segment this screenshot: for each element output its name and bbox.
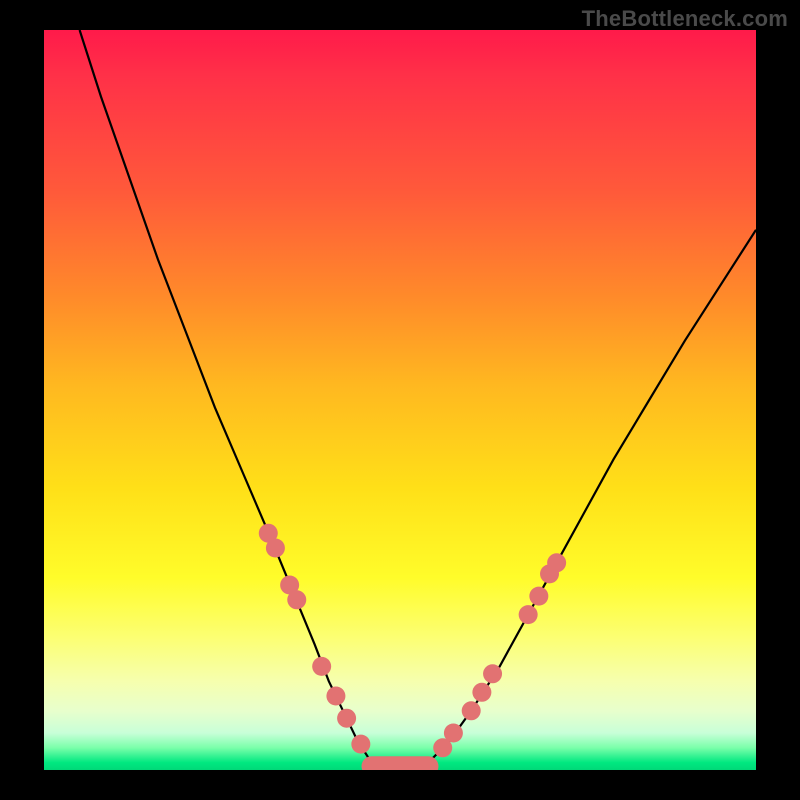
chart-overlay [44, 30, 756, 770]
data-marker [287, 590, 306, 609]
data-marker [472, 683, 491, 702]
data-markers [259, 524, 566, 758]
data-marker [444, 724, 463, 743]
watermark-text: TheBottleneck.com [582, 6, 788, 32]
plot-area [44, 30, 756, 770]
data-marker [547, 553, 566, 572]
data-marker [266, 539, 285, 558]
data-marker [519, 605, 538, 624]
data-marker [529, 587, 548, 606]
data-marker [483, 664, 502, 683]
data-marker [462, 701, 481, 720]
bottleneck-curve [80, 30, 756, 770]
data-marker [351, 735, 370, 754]
data-marker [337, 709, 356, 728]
chart-frame: TheBottleneck.com [0, 0, 800, 800]
data-marker [312, 657, 331, 676]
data-marker [326, 687, 345, 706]
